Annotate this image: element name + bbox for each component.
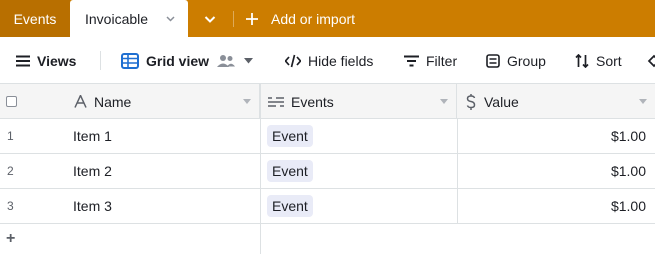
event-pill[interactable]: Event xyxy=(267,160,313,182)
sort-label: Sort xyxy=(596,52,622,69)
column-events-label: Events xyxy=(291,93,334,110)
events-cell[interactable]: Event xyxy=(260,189,457,223)
table-tab-bar: Events Invoicable Add or import xyxy=(0,0,655,37)
select-all-checkbox[interactable] xyxy=(6,96,17,107)
data-grid: Name Events Value 1 Item 1 Event $1.00 2… xyxy=(0,84,655,254)
text-field-icon xyxy=(74,95,87,108)
sort-icon xyxy=(575,53,589,68)
grid-view-label: Grid view xyxy=(146,52,210,69)
add-or-import-label: Add or import xyxy=(271,10,356,27)
toolbar-divider xyxy=(100,51,101,70)
users-icon xyxy=(217,54,236,67)
tab-invoicable-label: Invoicable xyxy=(85,10,149,27)
row-number: 2 xyxy=(7,164,14,178)
paint-bucket-icon xyxy=(647,54,655,67)
table-row[interactable]: 3 Item 3 Event $1.00 xyxy=(0,189,655,224)
plus-icon xyxy=(245,12,259,26)
column-divider xyxy=(260,224,261,254)
add-row-area: + xyxy=(0,224,655,254)
event-pill[interactable]: Event xyxy=(267,195,313,217)
event-pill[interactable]: Event xyxy=(267,125,313,147)
events-cell[interactable]: Event xyxy=(260,154,457,188)
value-cell[interactable]: $1.00 xyxy=(457,119,655,153)
filter-button[interactable]: Filter xyxy=(404,37,457,84)
filter-label: Filter xyxy=(426,52,458,69)
group-button[interactable]: Group xyxy=(486,37,546,84)
chevron-down-icon xyxy=(204,16,216,23)
tab-invoicable[interactable]: Invoicable xyxy=(70,0,188,37)
name-cell[interactable]: Item 3 xyxy=(60,189,260,223)
caret-down-icon[interactable] xyxy=(243,99,251,105)
eye-slash-icon xyxy=(285,54,301,67)
events-cell[interactable]: Event xyxy=(260,119,457,153)
row-number: 1 xyxy=(7,129,14,143)
name-cell[interactable]: Item 1 xyxy=(60,119,260,153)
name-cell[interactable]: Item 2 xyxy=(60,154,260,188)
views-label: Views xyxy=(37,52,77,69)
row-number: 3 xyxy=(7,199,14,213)
column-header-name[interactable]: Name xyxy=(60,84,260,119)
column-header-events[interactable]: Events xyxy=(260,84,457,119)
hide-fields-label: Hide fields xyxy=(308,52,374,69)
group-icon xyxy=(486,53,500,68)
column-header-value[interactable]: Value xyxy=(457,84,655,119)
view-toolbar: Views Grid view Hide fields Filter Group… xyxy=(0,37,655,84)
color-button[interactable] xyxy=(647,37,655,84)
column-name-label: Name xyxy=(94,93,132,110)
chevron-down-icon[interactable] xyxy=(165,13,176,24)
currency-icon xyxy=(466,93,476,110)
views-button[interactable]: Views xyxy=(16,37,76,84)
linked-record-icon xyxy=(268,96,284,107)
menu-icon xyxy=(16,55,30,66)
tab-events[interactable]: Events xyxy=(0,0,70,37)
filter-icon xyxy=(404,55,419,66)
table-row[interactable]: 1 Item 1 Event $1.00 xyxy=(0,119,655,154)
add-or-import-button[interactable]: Add or import xyxy=(245,0,355,37)
grid-icon xyxy=(121,52,139,69)
caret-down-icon[interactable] xyxy=(639,99,647,105)
caret-down-icon xyxy=(244,57,254,63)
group-label: Group xyxy=(507,52,546,69)
select-all-cell[interactable] xyxy=(0,84,60,119)
grid-header: Name Events Value xyxy=(0,84,655,119)
table-row[interactable]: 2 Item 2 Event $1.00 xyxy=(0,154,655,189)
hide-fields-button[interactable]: Hide fields xyxy=(285,37,373,84)
column-value-label: Value xyxy=(484,93,519,110)
grid-view-button[interactable]: Grid view xyxy=(121,37,260,84)
sort-button[interactable]: Sort xyxy=(575,37,622,84)
all-tables-dropdown[interactable] xyxy=(196,8,224,30)
value-cell[interactable]: $1.00 xyxy=(457,154,655,188)
add-record-button[interactable]: + xyxy=(6,230,15,248)
value-cell[interactable]: $1.00 xyxy=(457,189,655,223)
tab-divider xyxy=(233,11,234,27)
caret-down-icon[interactable] xyxy=(440,99,448,105)
